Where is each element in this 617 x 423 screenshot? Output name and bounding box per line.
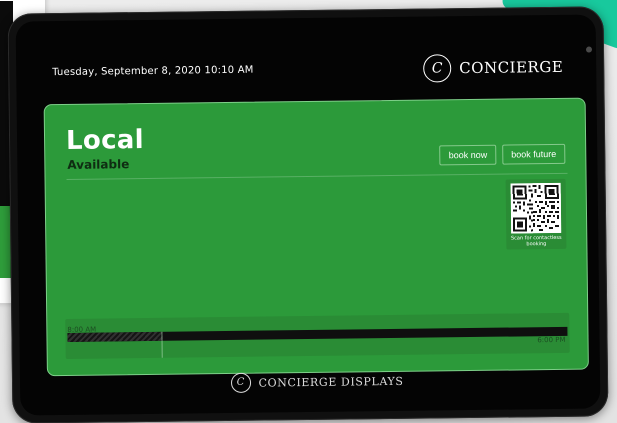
booking-actions: book now book future [439, 143, 566, 166]
camera-icon [585, 46, 593, 53]
qr-code[interactable] [510, 182, 562, 234]
room-status: Available [67, 157, 130, 172]
timeline-end-label: 6:00 PM [537, 335, 566, 345]
room-panel: Local Available book now book future Sca… [43, 97, 589, 377]
availability-timeline: 8:00 AM 6:00 PM [65, 312, 570, 359]
timeline-busy-bar [67, 331, 163, 342]
qr-caption: Scan for contactless booking [510, 234, 564, 247]
brand-header: C CONCIERGE [423, 53, 563, 83]
concierge-logo-icon: C [230, 372, 251, 393]
scene: Tuesday, September 8, 2020 10:10 AM C CO… [0, 0, 617, 423]
footer-brand-name: CONCIERGE DISPLAYS [258, 374, 404, 390]
tablet-screen: Tuesday, September 8, 2020 10:10 AM C CO… [43, 45, 589, 393]
book-future-button[interactable]: book future [502, 143, 566, 165]
datetime-label: Tuesday, September 8, 2020 10:10 AM [52, 64, 254, 79]
concierge-logo-icon: C [423, 54, 452, 83]
panel-divider [66, 172, 568, 180]
timeline-track [67, 326, 568, 342]
qr-booking-card[interactable]: Scan for contactless booking [505, 178, 567, 250]
tablet-frame: Tuesday, September 8, 2020 10:10 AM C CO… [7, 6, 609, 423]
room-name: Local [65, 125, 145, 156]
brand-name: CONCIERGE [459, 57, 564, 78]
book-now-button[interactable]: book now [439, 144, 497, 166]
